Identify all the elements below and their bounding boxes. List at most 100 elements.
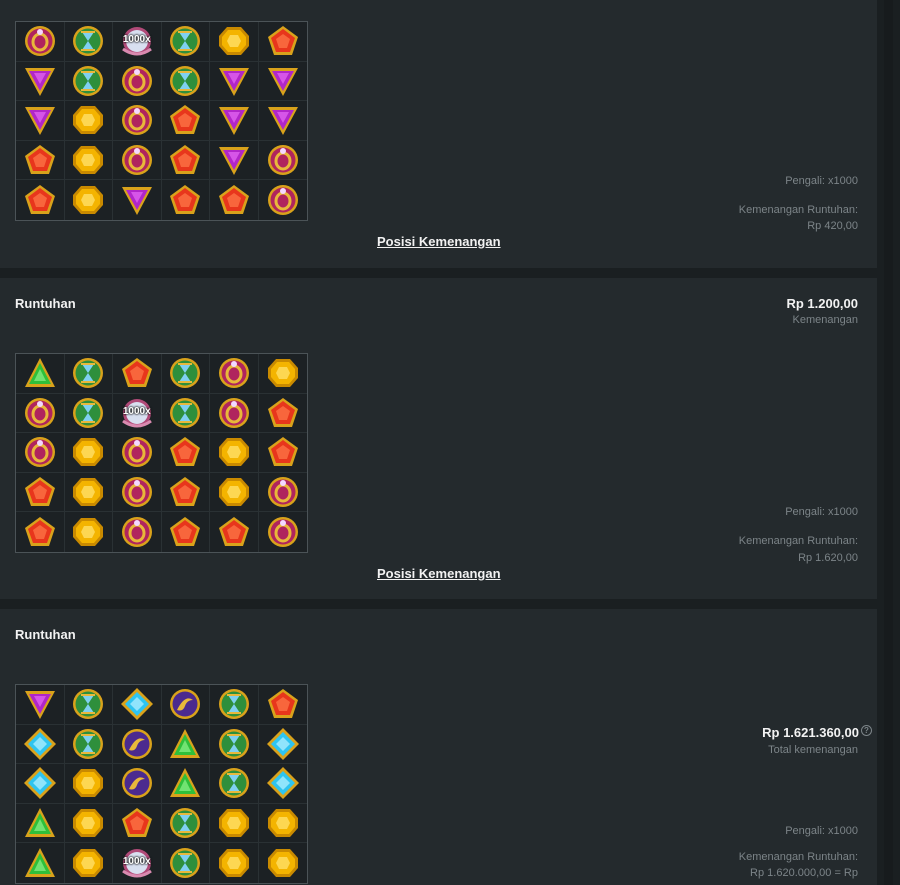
grid-cell <box>16 764 65 804</box>
red-gem-icon <box>167 514 203 550</box>
ring-icon <box>265 142 301 178</box>
grid-cell <box>161 61 210 102</box>
cascade-win-value: Rp 1.620.000,00 = Rp <box>750 867 858 879</box>
purple-gem-icon <box>22 686 58 722</box>
red-gem-icon <box>119 355 155 391</box>
ring-icon <box>22 23 58 59</box>
grid-cell <box>259 512 308 552</box>
purple-gem-icon <box>216 63 252 99</box>
reel-grid: 1000x <box>15 21 308 221</box>
win-label: Kemenangan <box>792 314 858 326</box>
yellow-gem-icon <box>70 434 106 470</box>
amulet-icon <box>119 726 155 762</box>
grid-cell <box>210 180 259 220</box>
grid-cell <box>161 724 210 765</box>
green-gem-icon <box>22 845 58 881</box>
purple-gem-icon <box>265 102 301 138</box>
red-gem-icon <box>216 182 252 218</box>
grid-cell <box>258 764 307 804</box>
grid-cell <box>16 433 65 473</box>
grid-cell <box>113 180 162 220</box>
grid-cell <box>65 180 113 220</box>
grid-cell <box>113 101 162 141</box>
green-gem-icon <box>22 805 58 841</box>
yellow-gem-icon <box>70 182 106 218</box>
hourglass-icon <box>167 23 203 59</box>
grid-cell <box>259 843 308 883</box>
grid-cell <box>210 803 259 844</box>
grid-cell <box>210 685 259 725</box>
cascade-panel-1: 1000x Posisi Kemenangan Pengali: x1000 K… <box>0 0 877 268</box>
yellow-gem-icon <box>216 805 252 841</box>
red-gem-icon <box>22 514 58 550</box>
hourglass-icon <box>216 765 252 801</box>
hourglass-icon <box>70 726 106 762</box>
grid-cell <box>258 354 307 394</box>
ring-icon <box>119 63 155 99</box>
winning-positions-link[interactable]: Posisi Kemenangan <box>377 234 501 249</box>
hourglass-icon <box>70 23 106 59</box>
yellow-gem-icon <box>216 23 252 59</box>
grid-cell <box>210 101 259 141</box>
grid-cell: 1000x <box>113 393 162 434</box>
red-gem-icon <box>167 182 203 218</box>
cascade-panel-2: Runtuhan Rp 1.200,00 Kemenangan 1000x Po… <box>0 278 877 599</box>
grid-cell <box>64 685 113 725</box>
purple-gem-icon <box>216 102 252 138</box>
grid-cell <box>258 473 307 513</box>
hourglass-icon <box>167 845 203 881</box>
grid-cell <box>161 433 210 473</box>
grid-cell <box>210 512 259 552</box>
ring-icon <box>119 102 155 138</box>
ring-icon <box>216 355 252 391</box>
red-gem-icon <box>216 514 252 550</box>
yellow-gem-icon <box>70 514 106 550</box>
grid-cell <box>113 685 162 725</box>
red-gem-icon <box>167 434 203 470</box>
ring-icon <box>119 514 155 550</box>
purple-gem-icon <box>216 142 252 178</box>
yellow-gem-icon <box>265 805 301 841</box>
hourglass-icon <box>167 63 203 99</box>
grid-cell <box>258 22 307 62</box>
reel-grid: 1000x <box>15 684 308 884</box>
grid-cell <box>64 433 113 473</box>
grid-cell <box>210 140 259 181</box>
scrollbar[interactable] <box>877 0 900 885</box>
yellow-gem-icon <box>265 355 301 391</box>
multiplier-text: Pengali: x1000 <box>785 175 858 187</box>
grid-cell <box>64 724 113 765</box>
ring-icon <box>119 474 155 510</box>
grid-cell <box>16 140 65 181</box>
grid-cell <box>210 764 259 804</box>
yellow-gem-icon <box>70 805 106 841</box>
purple-gem-icon <box>22 63 58 99</box>
ring-icon <box>119 142 155 178</box>
cascade-win-label: Kemenangan Runtuhan: <box>738 535 858 547</box>
grid-cell <box>16 101 65 141</box>
cascade-win-label: Kemenangan Runtuhan: <box>738 204 858 216</box>
grid-cell <box>210 354 259 394</box>
grid-cell <box>161 685 210 725</box>
grid-cell <box>162 843 210 883</box>
hourglass-icon <box>216 686 252 722</box>
cascade-win-value: Rp 420,00 <box>807 220 858 232</box>
yellow-gem-icon <box>70 845 106 881</box>
grid-cell <box>16 472 65 513</box>
hourglass-icon <box>70 395 106 431</box>
winning-positions-link[interactable]: Posisi Kemenangan <box>377 566 501 581</box>
cascade-win-value: Rp 1.620,00 <box>798 552 858 564</box>
grid-cell <box>161 22 210 62</box>
grid-cell <box>113 764 162 804</box>
grid-cell <box>16 685 65 725</box>
grid-cell <box>210 61 259 102</box>
ring-icon <box>265 474 301 510</box>
scrollbar-thumb[interactable] <box>884 0 893 885</box>
red-gem-icon <box>167 102 203 138</box>
ring-icon <box>22 434 58 470</box>
grid-cell <box>161 101 210 141</box>
red-gem-icon <box>265 23 301 59</box>
grid-cell <box>258 394 307 434</box>
help-icon[interactable]: ? <box>861 725 872 736</box>
grid-cell <box>258 101 307 141</box>
